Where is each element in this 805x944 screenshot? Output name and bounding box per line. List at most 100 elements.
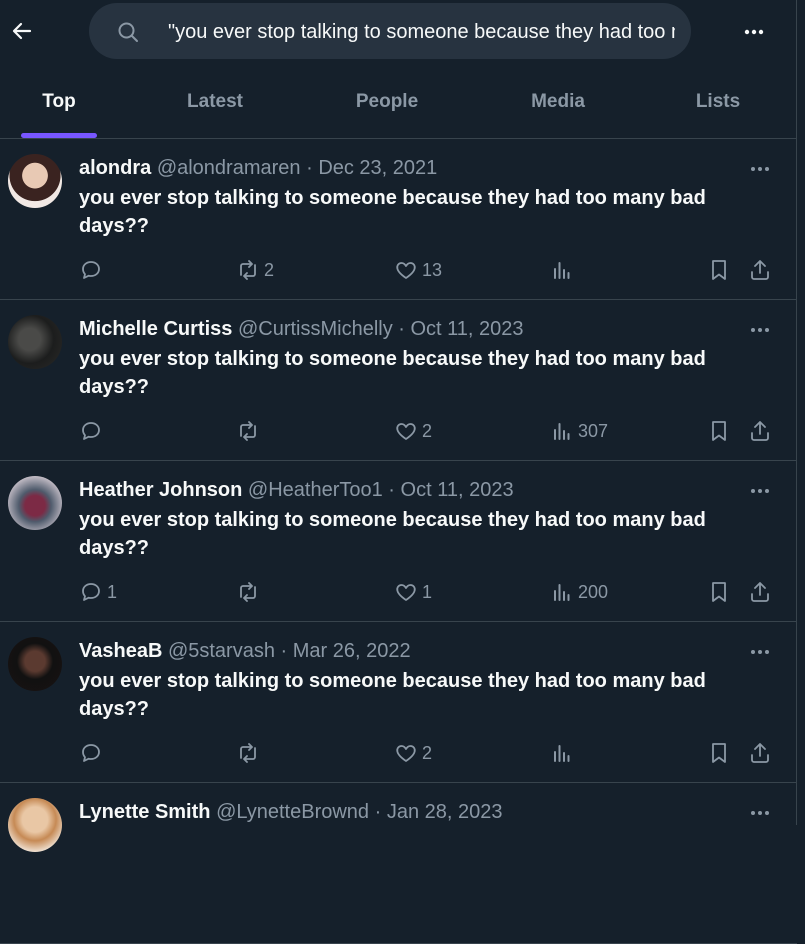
author-name[interactable]: alondra <box>79 157 151 179</box>
bookmark-button[interactable] <box>707 738 731 768</box>
like-button[interactable]: 2 <box>394 416 432 446</box>
like-button[interactable]: 1 <box>394 577 432 607</box>
avatar[interactable] <box>8 637 62 691</box>
tab-latest[interactable]: Latest <box>118 76 312 138</box>
author-handle[interactable]: @CurtissMichelly <box>238 318 393 340</box>
like-icon <box>394 419 418 443</box>
tweet[interactable]: Michelle Curtiss @CurtissMichelly · Oct … <box>0 299 797 461</box>
share-button[interactable] <box>748 255 772 285</box>
reply-icon <box>79 258 103 282</box>
search-icon <box>116 20 140 44</box>
tweet[interactable]: VasheaB @5starvash · Mar 26, 2022 you eve… <box>0 621 797 783</box>
author-name[interactable]: VasheaB <box>79 640 162 662</box>
like-button[interactable]: 2 <box>394 738 432 768</box>
more-options-icon[interactable] <box>747 317 773 343</box>
more-options-icon[interactable] <box>740 18 768 46</box>
retweet-button[interactable] <box>236 416 264 446</box>
like-button[interactable]: 13 <box>394 255 442 285</box>
tab-top[interactable]: Top <box>0 76 118 138</box>
tweet-date[interactable]: Oct 11, 2023 <box>411 318 524 340</box>
author-name[interactable]: Michelle Curtiss <box>79 318 232 340</box>
scrollbar[interactable] <box>796 0 805 825</box>
reply-icon <box>79 419 103 443</box>
tab-label: People <box>355 91 419 112</box>
search-header: "you ever stop talking to someone becaus… <box>0 0 797 139</box>
tweet-date[interactable]: Oct 11, 2023 <box>401 479 514 501</box>
more-options-icon[interactable] <box>747 800 773 826</box>
avatar[interactable] <box>8 798 62 852</box>
avatar[interactable] <box>8 476 62 530</box>
retweet-icon <box>236 419 260 443</box>
tweet-header: Lynette Smith @LynetteBrownd · Jan 28, 2… <box>79 799 502 825</box>
bookmark-button[interactable] <box>707 255 731 285</box>
retweet-icon <box>236 741 260 765</box>
tab-lists[interactable]: Lists <box>654 76 782 138</box>
tab-media[interactable]: Media <box>462 76 654 138</box>
separator-dot: · <box>274 640 293 662</box>
tweet[interactable]: Lynette Smith @LynetteBrownd · Jan 28, 2… <box>0 782 797 944</box>
tweet-header: VasheaB @5starvash · Mar 26, 2022 <box>79 638 411 664</box>
tweet[interactable]: Heather Johnson @HeatherToo1 · Oct 11, 2… <box>0 460 797 622</box>
tab-label: Latest <box>187 91 243 112</box>
tweet-date[interactable]: Dec 23, 2021 <box>318 157 437 179</box>
retweet-button[interactable]: 2 <box>236 255 274 285</box>
tweet-date[interactable]: Jan 28, 2023 <box>387 801 503 823</box>
views-count: 307 <box>578 420 609 441</box>
author-handle[interactable]: @alondramaren <box>157 157 301 179</box>
reply-button[interactable] <box>79 738 107 768</box>
reply-count: 1 <box>107 581 118 602</box>
like-count: 2 <box>422 420 433 441</box>
more-options-icon[interactable] <box>747 639 773 665</box>
tab-label: Lists <box>695 91 741 112</box>
tweet-actions: 2 13 <box>79 255 779 285</box>
reply-button[interactable]: 1 <box>79 577 117 607</box>
tweet-header: Michelle Curtiss @CurtissMichelly · Oct … <box>79 316 524 342</box>
separator-dot: · <box>382 479 401 501</box>
author-name[interactable]: Lynette Smith <box>79 801 211 823</box>
search-box[interactable]: "you ever stop talking to someone becaus… <box>89 3 691 59</box>
author-handle[interactable]: @LynetteBrownd <box>216 801 369 823</box>
avatar[interactable] <box>8 315 62 369</box>
views-button[interactable]: 307 <box>550 416 608 446</box>
like-count: 2 <box>422 742 433 763</box>
like-count: 13 <box>422 259 443 280</box>
author-handle[interactable]: @HeatherToo1 <box>248 479 383 501</box>
retweet-button[interactable] <box>236 738 264 768</box>
author-handle[interactable]: @5starvash <box>168 640 275 662</box>
tweet-date[interactable]: Mar 26, 2022 <box>293 640 411 662</box>
share-button[interactable] <box>748 577 772 607</box>
tab-people[interactable]: People <box>312 76 462 138</box>
like-count: 1 <box>422 581 433 602</box>
like-icon <box>394 741 418 765</box>
search-input[interactable]: "you ever stop talking to someone becaus… <box>168 20 675 44</box>
retweet-icon <box>236 258 260 282</box>
share-button[interactable] <box>748 416 772 446</box>
reply-button[interactable] <box>79 255 107 285</box>
author-name[interactable]: Heather Johnson <box>79 479 242 501</box>
tweet-header: alondra @alondramaren · Dec 23, 2021 <box>79 155 437 181</box>
back-arrow-icon[interactable] <box>10 19 34 43</box>
share-button[interactable] <box>748 738 772 768</box>
tweet-actions: 1 1 200 <box>79 577 779 607</box>
tweet-text: you ever stop talking to someone because… <box>79 348 706 398</box>
bookmark-button[interactable] <box>707 416 731 446</box>
bookmark-icon <box>707 419 731 443</box>
bookmark-icon <box>707 741 731 765</box>
bookmark-button[interactable] <box>707 577 731 607</box>
views-button[interactable] <box>550 255 578 285</box>
views-button[interactable] <box>550 738 578 768</box>
more-options-icon[interactable] <box>747 156 773 182</box>
tweet-actions: 2 <box>79 738 779 768</box>
tweet-text: you ever stop talking to someone because… <box>79 670 706 720</box>
reply-icon <box>79 580 103 604</box>
more-options-icon[interactable] <box>747 478 773 504</box>
bookmark-icon <box>707 580 731 604</box>
avatar[interactable] <box>8 154 62 208</box>
views-button[interactable]: 200 <box>550 577 608 607</box>
separator-dot: · <box>300 157 319 179</box>
like-icon <box>394 580 418 604</box>
reply-button[interactable] <box>79 416 107 446</box>
retweet-button[interactable] <box>236 577 264 607</box>
tweet-actions: 2 307 <box>79 416 779 446</box>
tweet[interactable]: alondra @alondramaren · Dec 23, 2021 you … <box>0 138 797 300</box>
